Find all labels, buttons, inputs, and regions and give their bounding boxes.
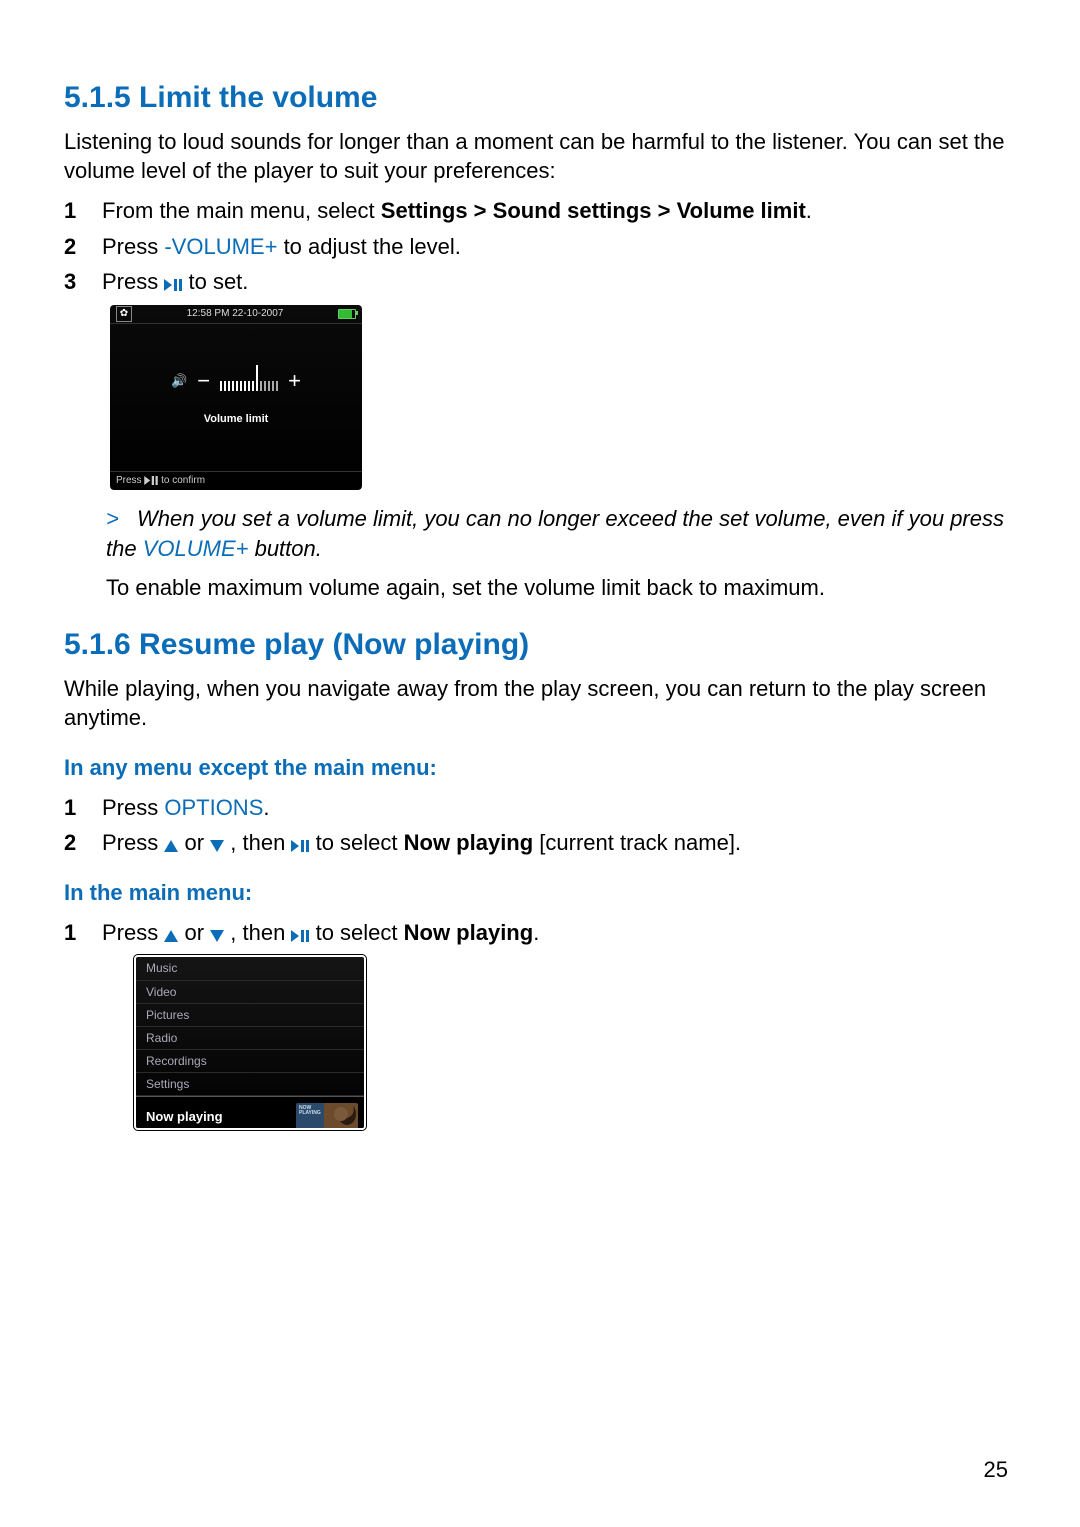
main-step-1: 1 Press or , then to select Now playing. <box>94 918 1016 948</box>
step-3: 3 Press to set. <box>94 267 1016 297</box>
step-1: 1 From the main menu, select Settings > … <box>94 196 1016 226</box>
volume-note: > When you set a volume limit, you can n… <box>106 504 1016 563</box>
intro-volume: Listening to loud sounds for longer than… <box>64 127 1016 186</box>
volume-key-label: -VOLUME+ <box>164 234 277 259</box>
minus-icon: − <box>197 366 210 396</box>
menu-item: Music <box>136 957 364 980</box>
menu-item: Video <box>136 981 364 1004</box>
play-pause-icon <box>291 840 309 852</box>
plus-icon: + <box>288 366 301 396</box>
menu-item: Pictures <box>136 1004 364 1027</box>
menu-item: Radio <box>136 1027 364 1050</box>
device-time: 12:58 PM 22-10-2007 <box>132 307 338 321</box>
speaker-icon: 🔊 <box>171 372 187 390</box>
gear-icon: ✿ <box>116 306 132 322</box>
any-step-1: 1 Press OPTIONS. <box>94 793 1016 823</box>
any-step-2: 2 Press or , then to select Now playing … <box>94 828 1016 858</box>
section-heading-volume: 5.1.5 Limit the volume <box>64 78 1016 119</box>
step-2: 2 Press -VOLUME+ to adjust the level. <box>94 232 1016 262</box>
play-pause-icon <box>291 930 309 942</box>
options-key-label: OPTIONS <box>164 795 263 820</box>
intro-resume: While playing, when you navigate away fr… <box>64 674 1016 733</box>
play-pause-icon <box>164 279 182 291</box>
up-triangle-icon <box>164 930 178 942</box>
down-triangle-icon <box>210 840 224 852</box>
menu-now-playing: Now playing NOWPLAYING <box>136 1096 364 1130</box>
now-playing-thumb: NOWPLAYING <box>296 1103 358 1129</box>
section-heading-resume: 5.1.6 Resume play (Now playing) <box>64 625 1016 666</box>
volume-bars <box>220 371 278 391</box>
down-triangle-icon <box>210 930 224 942</box>
device-volume-label: Volume limit <box>110 412 362 427</box>
up-triangle-icon <box>164 840 178 852</box>
device-screenshot-menu: Music Video Pictures Radio Recordings Se… <box>134 955 366 1130</box>
subhead-any-menu: In any menu except the main menu: <box>64 753 1016 783</box>
menu-item: Recordings <box>136 1050 364 1073</box>
device-confirm-hint: Press to confirm <box>110 471 362 490</box>
volume-note-after: To enable maximum volume again, set the … <box>106 573 1016 603</box>
subhead-main-menu: In the main menu: <box>64 878 1016 908</box>
menu-item: Settings <box>136 1073 364 1096</box>
device-screenshot-volume: ✿ 12:58 PM 22-10-2007 🔊 − + Volume limit… <box>110 305 362 490</box>
page-number: 25 <box>984 1455 1008 1485</box>
battery-icon <box>338 309 356 319</box>
